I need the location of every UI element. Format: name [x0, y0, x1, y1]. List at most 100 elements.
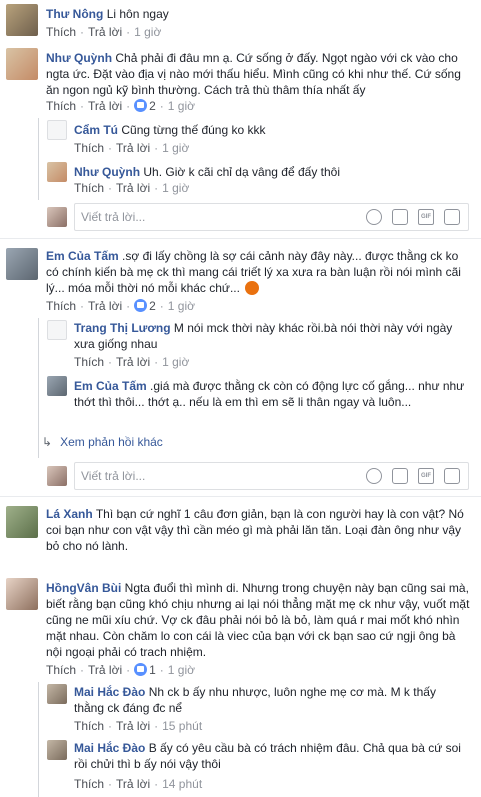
timestamp[interactable]: 1 giờ	[162, 181, 189, 195]
reply-button[interactable]: Trả lời	[116, 355, 150, 369]
reply-button[interactable]: Trả lời	[88, 25, 122, 39]
like-button[interactable]: Thích	[74, 141, 104, 155]
reply-body: Em Của Tấm .giá mà được thằng ck còn có …	[74, 378, 469, 410]
like-button[interactable]: Thích	[46, 663, 76, 677]
reply-thread-line	[38, 118, 39, 200]
timestamp[interactable]: 1 giờ	[168, 299, 195, 313]
like-button[interactable]: Thích	[74, 181, 104, 195]
my-avatar	[47, 207, 67, 227]
comment-text: Li hôn ngay	[106, 7, 169, 21]
reply-arrow-icon: ↳	[42, 435, 53, 449]
reply-placeholder: Viết trả lời...	[81, 210, 146, 224]
reaction-count[interactable]: 1	[149, 663, 156, 677]
reply-button[interactable]: Trả lời	[88, 663, 122, 677]
divider	[0, 238, 481, 239]
comment-body: Thư Nông Li hôn ngay	[46, 6, 471, 22]
reply-button[interactable]: Trả lời	[116, 719, 150, 733]
like-button[interactable]: Thích	[74, 355, 104, 369]
commenter-name[interactable]: Trang Thị Lương	[74, 321, 171, 335]
reply-text: Uh. Giờ k cãi chỉ dạ vâng để đấy thôi	[143, 165, 341, 179]
reply-placeholder: Viết trả lời...	[81, 469, 146, 483]
timestamp[interactable]: 14 phút	[162, 777, 202, 791]
reply-button[interactable]: Trả lời	[88, 99, 122, 113]
commenter-name[interactable]: Em Của Tấm	[74, 379, 147, 393]
commenter-name[interactable]: Lá Xanh	[46, 507, 93, 521]
emoji-icon[interactable]	[366, 468, 382, 484]
comment-body: Lá Xanh Thì bạn cứ nghĩ 1 câu đơn giản, …	[46, 506, 471, 554]
reply-actions: Thích · Trả lời · 1 giờ	[74, 141, 190, 155]
commenter-name[interactable]: Mai Hắc Đào	[74, 741, 145, 755]
avatar[interactable]	[47, 740, 67, 760]
comment-actions: Thích · Trả lời · 1 · 1 giờ	[46, 663, 196, 677]
reply-actions: Thích · Trả lời · 15 phút	[74, 719, 203, 733]
reply-button[interactable]: Trả lời	[88, 299, 122, 313]
reply-button[interactable]: Trả lời	[116, 777, 150, 791]
avatar[interactable]	[6, 578, 38, 610]
comment-body: Em Của Tấm .sợ đi lấy chồng là sợ cái cả…	[46, 248, 471, 296]
reply-actions: Thích · Trả lời · 1 giờ	[74, 181, 190, 195]
like-button[interactable]: Thích	[46, 299, 76, 313]
comment-body: HồngVân Bùi Ngta đuổi thì mình di. Nhưng…	[46, 580, 471, 660]
reply-text: Cũng từng thế đúng ko kkk	[121, 123, 266, 137]
reply-input[interactable]: Viết trả lời... GIF	[74, 462, 469, 490]
like-reaction-icon[interactable]	[134, 663, 148, 676]
comment-actions: Thích · Trả lời · 2 · 1 giờ	[46, 299, 196, 313]
comment-actions: Thích · Trả lời · 1 giờ	[46, 25, 162, 39]
commenter-name[interactable]: Như Quỳnh	[74, 165, 140, 179]
avatar[interactable]	[47, 120, 67, 140]
reply-body: Trang Thị Lương M nói mck thời này khác …	[74, 320, 469, 352]
like-reaction-icon[interactable]	[134, 99, 148, 112]
comment-actions: Thích · Trả lời · 2 · 1 giờ	[46, 99, 196, 113]
avatar[interactable]	[47, 684, 67, 704]
timestamp[interactable]: 1 giờ	[168, 99, 195, 113]
comment-text: Thì bạn cứ nghĩ 1 câu đơn giản, bạn là c…	[46, 507, 464, 553]
avatar[interactable]	[6, 4, 38, 36]
avatar[interactable]	[47, 320, 67, 340]
reaction-count[interactable]: 2	[149, 299, 156, 313]
commenter-name[interactable]: Như Quỳnh	[46, 51, 112, 65]
avatar[interactable]	[6, 248, 38, 280]
divider	[0, 496, 481, 497]
avatar[interactable]	[6, 506, 38, 538]
gif-icon[interactable]: GIF	[418, 209, 434, 225]
reply-button[interactable]: Trả lời	[116, 181, 150, 195]
like-button[interactable]: Thích	[74, 719, 104, 733]
reply-body: Mai Hắc Đào B ấy có yêu cầu bà có trách …	[74, 740, 469, 772]
reply-body: Như Quỳnh Uh. Giờ k cãi chỉ dạ vâng để đ…	[74, 164, 469, 180]
avatar[interactable]	[6, 48, 38, 80]
gif-icon[interactable]: GIF	[418, 468, 434, 484]
camera-icon[interactable]	[392, 468, 408, 484]
timestamp[interactable]: 1 giờ	[168, 663, 195, 677]
timestamp[interactable]: 1 giờ	[134, 25, 161, 39]
comment-body: Như Quỳnh Chả phải đi đâu mn ạ. Cứ sống …	[46, 50, 471, 98]
avatar[interactable]	[47, 162, 67, 182]
commenter-name[interactable]: Em Của Tấm	[46, 249, 119, 263]
commenter-name[interactable]: Cẩm Tú	[74, 123, 118, 137]
avatar[interactable]	[47, 376, 67, 396]
reply-thread-line	[38, 318, 39, 458]
sticker-icon[interactable]	[444, 468, 460, 484]
reaction-count[interactable]: 2	[149, 99, 156, 113]
sticker-icon[interactable]	[444, 209, 460, 225]
reply-button[interactable]: Trả lời	[116, 141, 150, 155]
commenter-name[interactable]: Thư Nông	[46, 7, 103, 21]
timestamp[interactable]: 15 phút	[162, 719, 202, 733]
like-button[interactable]: Thích	[46, 99, 76, 113]
angry-emoji-icon	[245, 281, 260, 295]
reply-body: Cẩm Tú Cũng từng thế đúng ko kkk	[74, 122, 469, 138]
reply-actions: Thích · Trả lời · 14 phút	[74, 777, 203, 791]
like-reaction-icon[interactable]	[134, 299, 148, 312]
reply-input[interactable]: Viết trả lời... GIF	[74, 203, 469, 231]
commenter-name[interactable]: Mai Hắc Đào	[74, 685, 145, 699]
reply-body: Mai Hắc Đào Nh ck b ấy nhu nhược, luôn n…	[74, 684, 469, 716]
my-avatar	[47, 466, 67, 486]
reply-actions: Thích · Trả lời · 1 giờ	[74, 355, 190, 369]
timestamp[interactable]: 1 giờ	[162, 355, 189, 369]
camera-icon[interactable]	[392, 209, 408, 225]
timestamp[interactable]: 1 giờ	[162, 141, 189, 155]
commenter-name[interactable]: HồngVân Bùi	[46, 581, 121, 595]
like-button[interactable]: Thích	[74, 777, 104, 791]
emoji-icon[interactable]	[366, 209, 382, 225]
like-button[interactable]: Thích	[46, 25, 76, 39]
view-more-replies-link[interactable]: ↳ Xem phản hồi khác	[42, 434, 163, 450]
